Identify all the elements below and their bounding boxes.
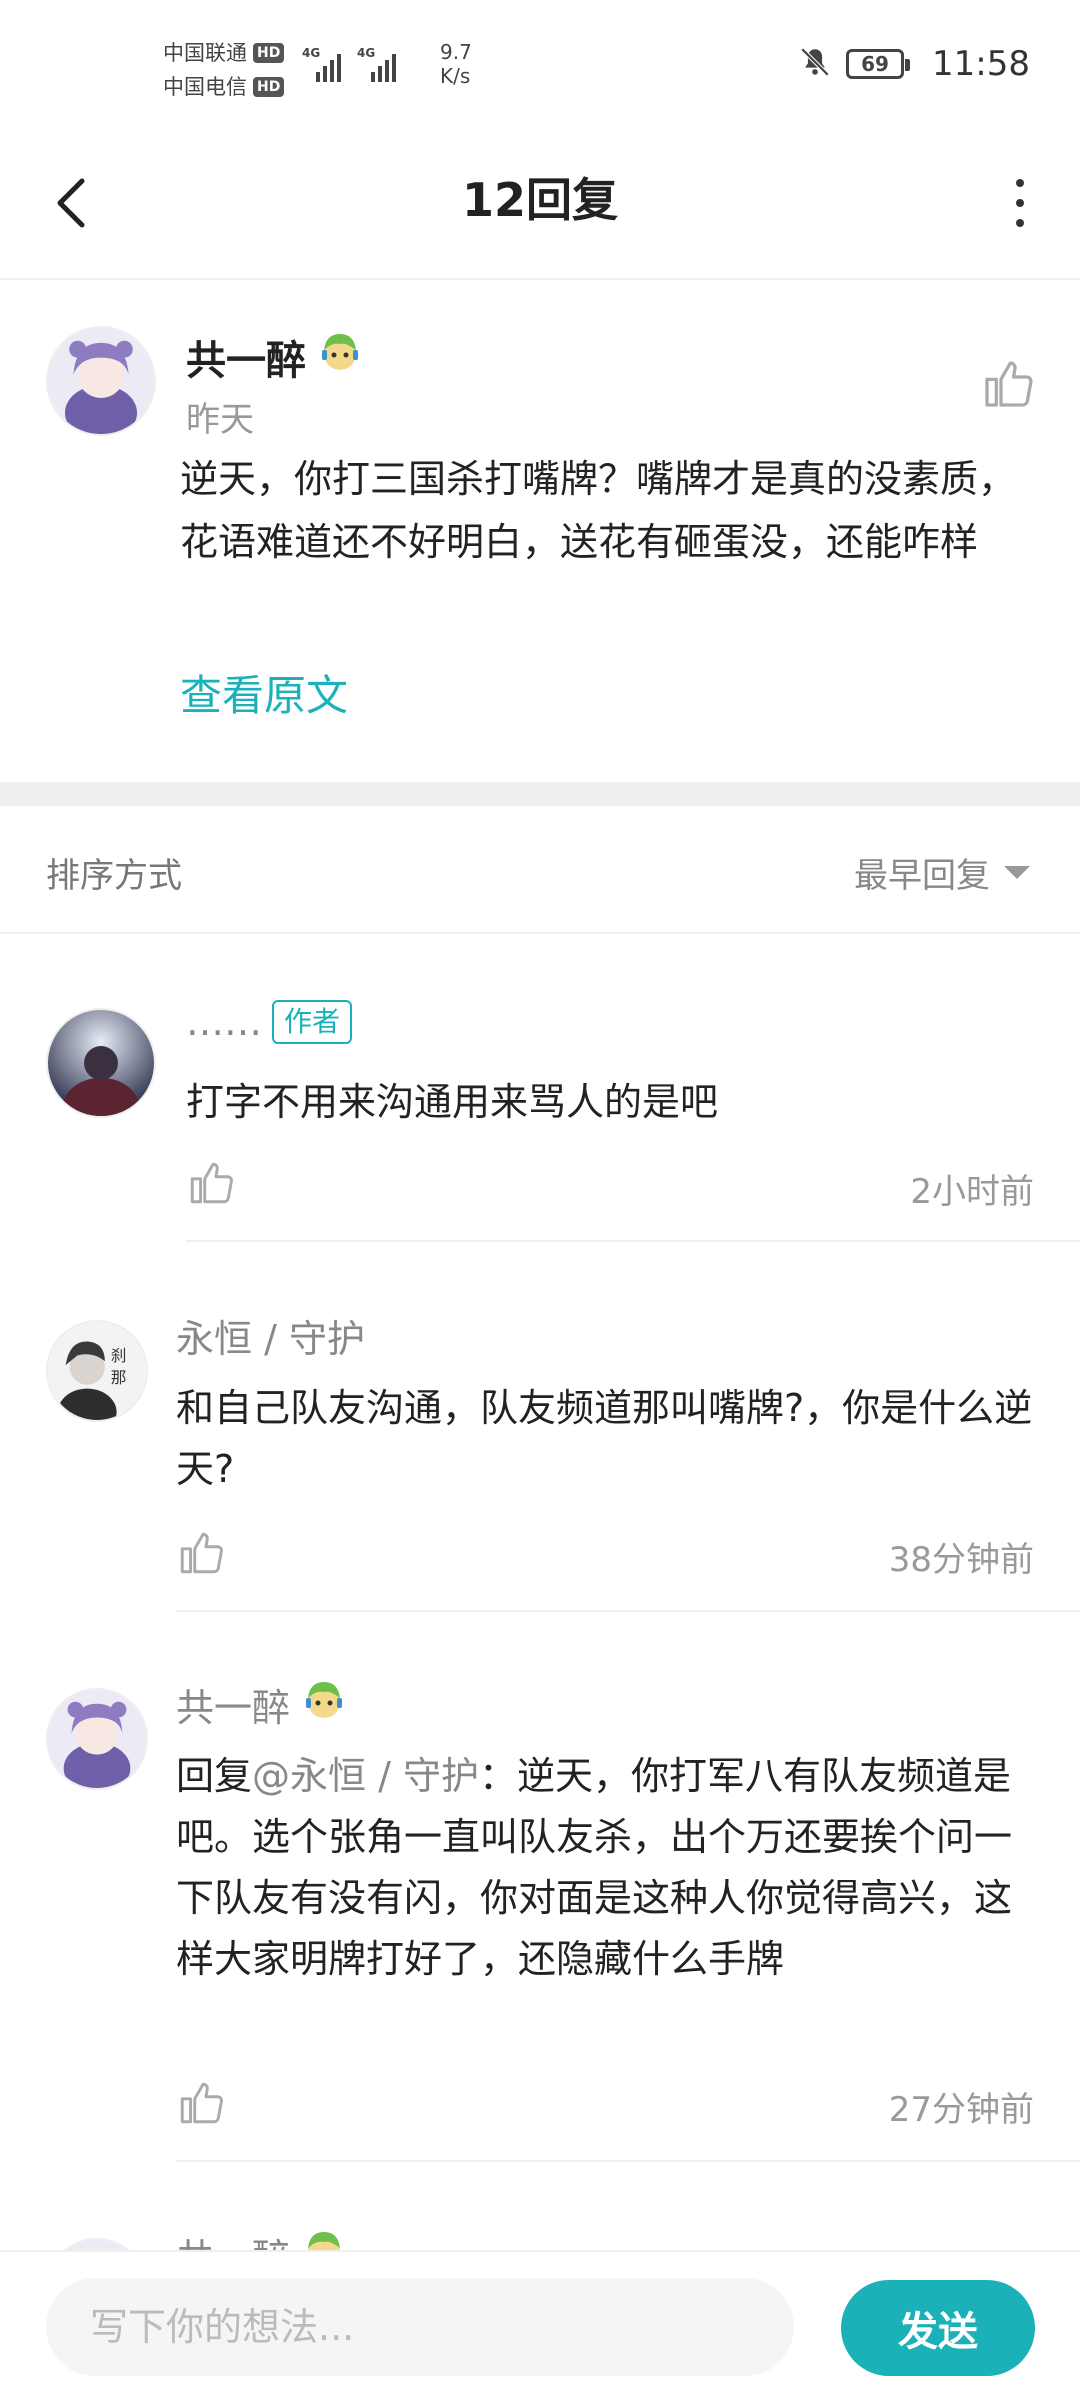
- main-comment-time: 昨天: [186, 400, 254, 440]
- thumbs-up-icon: [985, 361, 1033, 407]
- reply-content: 和自己队友沟通，队友频道那叫嘴牌?，你是什么逆天?: [176, 1386, 1033, 1491]
- reply-time: 27分钟前: [888, 2090, 1034, 2130]
- hd-badge: HD: [253, 77, 285, 97]
- author-badge: 作者: [272, 1000, 353, 1044]
- avatar[interactable]: [46, 326, 156, 436]
- status-bar: 中国联通 HD 中国电信 HD 4G 4G 9.7 K/s 69 11:58: [0, 0, 1080, 130]
- avatar[interactable]: [46, 2238, 148, 2250]
- more-dot: [1016, 199, 1024, 207]
- network-speed: 9.7 K/s: [440, 40, 472, 88]
- svg-text:那: 那: [111, 1368, 127, 1387]
- username-text: 共一醉: [176, 1686, 291, 1730]
- reply-time: 2小时前: [910, 1172, 1034, 1212]
- more-dot: [1016, 219, 1024, 227]
- reply-content: 回复@永恒 / 守护：逆天，你打军八有队友频道是吧。选个张角一直叫队友杀，出个万…: [176, 1746, 1036, 1990]
- reply-prefix: 回复: [176, 1754, 253, 1798]
- comment-input[interactable]: [46, 2278, 794, 2376]
- clock: 11:58: [932, 44, 1030, 84]
- list-item: 共一醉: [0, 2166, 1080, 2250]
- carrier-2: 中国电信: [163, 75, 247, 99]
- like-button[interactable]: [176, 2078, 226, 2128]
- level-avatar-icon: [316, 328, 364, 386]
- signal-strength-icon: 4G: [302, 46, 341, 82]
- network-speed-value: 9.7: [440, 40, 472, 64]
- list-item: 共一醉 回复@永恒 / 守护：逆天，你打军八有队友频道是吧。选个张角一直叫队友杀…: [0, 1616, 1080, 2166]
- sort-label: 排序方式: [46, 856, 182, 896]
- reply-username[interactable]: 共一醉: [176, 1676, 348, 1733]
- like-button[interactable]: [176, 1528, 226, 1578]
- main-comment-content: 逆天，你打三国杀打嘴牌？嘴牌才是真的没素质，花语难道还不好明白，送花有砸蛋没，还…: [180, 457, 1017, 564]
- top-navigation-bar: 12回复: [0, 130, 1080, 280]
- avatar[interactable]: [46, 1008, 156, 1118]
- sort-bar: 排序方式 最早回复: [0, 806, 1080, 934]
- bell-muted-icon: [798, 45, 832, 83]
- like-button[interactable]: [980, 356, 1036, 412]
- more-options-button[interactable]: [990, 168, 1050, 238]
- like-button[interactable]: [186, 1158, 236, 1208]
- main-comment-username[interactable]: 共一醉: [186, 328, 364, 386]
- avatar[interactable]: [46, 1688, 148, 1790]
- list-item: …… 作者 打字不用来沟通用来骂人的是吧 2小时前: [0, 936, 1080, 1246]
- svg-text:刹: 刹: [111, 1346, 127, 1365]
- main-comment: 共一醉 昨天 逆天，你打三国杀打嘴牌？嘴牌才是真的没素质，花语难道还不好明白，送…: [0, 282, 1080, 782]
- thumbs-up-icon: [190, 1162, 233, 1204]
- carrier-1: 中国联通: [163, 41, 247, 65]
- list-item: 刹那 永恒 / 守护 和自己队友沟通，队友频道那叫嘴牌?，你是什么逆天? 38分…: [0, 1246, 1080, 1616]
- battery-icon: 69: [846, 49, 911, 79]
- reply-content: 打字不用来沟通用来骂人的是吧: [186, 1080, 719, 1124]
- hd-badge: HD: [253, 43, 285, 63]
- network-type-label: 4G: [357, 46, 376, 60]
- thumbs-up-icon: [180, 2082, 223, 2124]
- network-type-label: 4G: [302, 46, 321, 60]
- reply-username[interactable]: 永恒 / 守护: [176, 1308, 365, 1363]
- signal-strength-icon: 4G: [357, 46, 396, 82]
- signal-icons: 4G 4G: [302, 46, 396, 82]
- divider: [186, 1240, 1080, 1242]
- sort-selected-value: 最早回复: [854, 856, 990, 896]
- divider: [176, 1610, 1080, 1612]
- reply-username[interactable]: 共一醉: [176, 2226, 348, 2250]
- send-button[interactable]: 发送: [841, 2280, 1035, 2376]
- username-text: 永恒 / 守护: [176, 1317, 365, 1361]
- reply-username[interactable]: …… 作者: [186, 1000, 353, 1044]
- avatar[interactable]: 刹那: [46, 1320, 148, 1422]
- sort-dropdown[interactable]: 最早回复: [854, 848, 1030, 897]
- view-original-link[interactable]: 查看原文: [180, 662, 348, 723]
- carrier-info: 中国联通 HD 中国电信 HD: [163, 36, 285, 104]
- divider: [176, 2160, 1080, 2162]
- mention-link[interactable]: @永恒 / 守护: [252, 1754, 479, 1798]
- more-dot: [1016, 179, 1024, 187]
- thumbs-up-icon: [180, 1532, 223, 1574]
- caret-down-icon: [1004, 866, 1030, 879]
- page-title: 12回复: [461, 173, 618, 227]
- comment-bar: 发送: [0, 2250, 1080, 2400]
- username-text: 共一醉: [176, 2227, 290, 2250]
- username-text: 共一醉: [186, 338, 306, 384]
- reply-time: 38分钟前: [888, 1540, 1034, 1580]
- network-speed-unit: K/s: [440, 64, 471, 88]
- level-avatar-icon: [300, 1676, 348, 1733]
- username-text: ……: [186, 1000, 262, 1044]
- level-avatar-icon: [300, 2226, 348, 2250]
- section-divider: [0, 782, 1080, 806]
